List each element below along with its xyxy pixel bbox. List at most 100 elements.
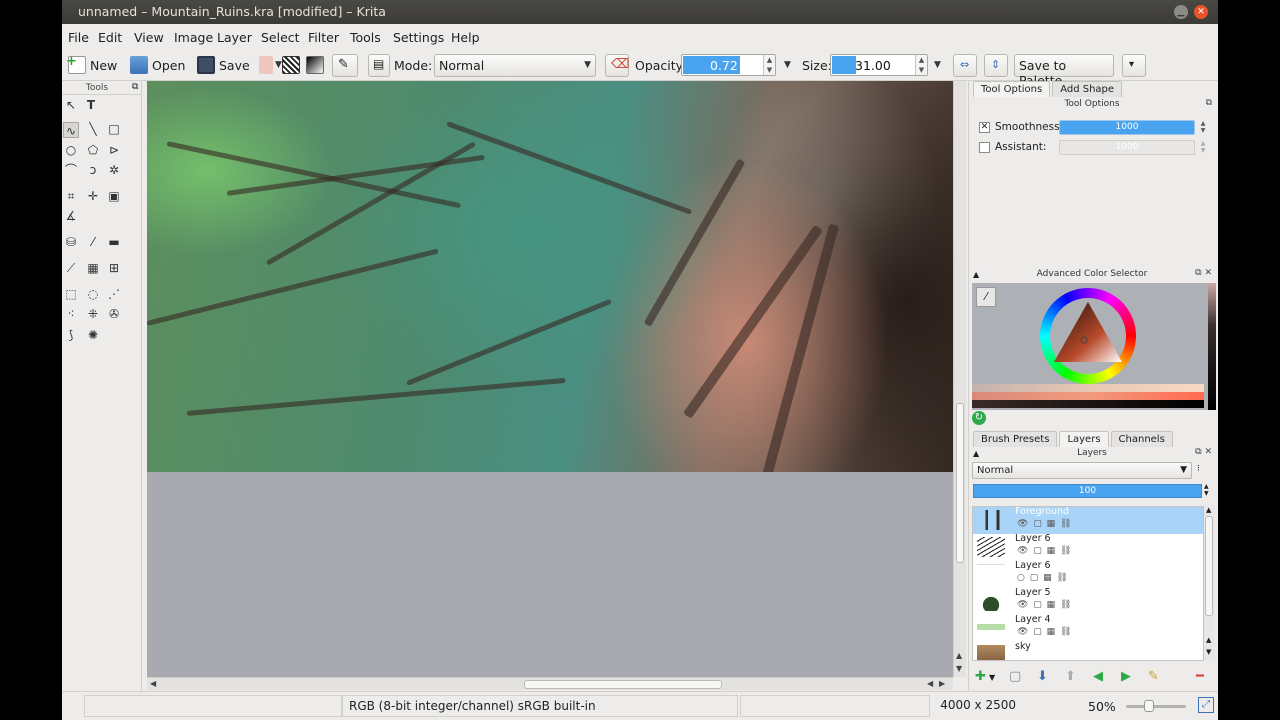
color-history-strip[interactable]	[972, 392, 1204, 400]
refresh-icon[interactable]: ↻	[972, 411, 986, 425]
layer-blend-mode-select[interactable]: Normal ▼	[972, 462, 1192, 479]
open-button[interactable]: Open	[130, 54, 185, 76]
smoothness-checkbox[interactable]: ✕	[979, 121, 990, 133]
fit-to-view-icon[interactable]: ⤢	[1198, 697, 1214, 713]
canvas-background[interactable]	[147, 472, 953, 677]
polygon-select-tool-icon[interactable]: ⋰	[106, 286, 122, 302]
scroll-up-icon[interactable]: ▲	[1206, 506, 1211, 514]
canvas-vertical-scrollbar[interactable]: ▲ ▼	[953, 81, 966, 677]
size-spinbox[interactable]: 31.00 ▲ ▼	[830, 54, 928, 76]
smoothness-stepper[interactable]: ▲ ▼	[1198, 120, 1208, 135]
rect-select-tool-icon[interactable]: ⬚	[63, 286, 79, 302]
layer-visibility-lock-icons[interactable]: 👁 ▢ ▦ ⛓	[1017, 546, 1072, 556]
text-tool-icon[interactable]: T	[83, 97, 99, 113]
assistant-checkbox[interactable]	[979, 141, 990, 153]
layer-row[interactable]: Layer 6 👁 ▢ ▦ ⛓	[973, 533, 1203, 561]
color-picker-tool-icon[interactable]: ⁄	[85, 234, 101, 250]
move-layer-right-icon[interactable]: ▶	[1121, 669, 1131, 684]
layer-row[interactable]: Layer 5 👁 ▢ ▦ ⛓	[973, 587, 1203, 615]
mirror-horizontal-button[interactable]: ⇔	[953, 54, 977, 77]
menu-image[interactable]: Image	[174, 30, 213, 45]
erase-mode-button[interactable]: ⌫	[605, 54, 629, 77]
move-layer-left-icon[interactable]: ◀	[1093, 669, 1103, 684]
zoom-slider-handle[interactable]	[1144, 700, 1154, 712]
gradient-button[interactable]	[306, 54, 328, 76]
perspective-grid-tool-icon[interactable]: ▦	[85, 260, 101, 276]
menu-select[interactable]: Select	[261, 30, 300, 45]
dock-float-icon[interactable]: ⧉	[1206, 98, 1212, 108]
scroll-down-icon[interactable]: ▼	[956, 664, 962, 673]
layer-opacity-slider[interactable]: 100	[973, 484, 1202, 498]
layer-row[interactable]: Layer 6 ○ ▢ ▦ ⛓	[973, 560, 1203, 588]
zoom-slider[interactable]	[1126, 705, 1186, 708]
save-to-palette-button[interactable]: Save to Palette	[1014, 54, 1114, 88]
dynamic-brush-tool-icon[interactable]: ✲	[106, 162, 122, 178]
vertical-scroll-thumb[interactable]	[956, 403, 964, 563]
menu-layer[interactable]: Layer	[217, 30, 252, 45]
layer-visibility-lock-icons[interactable]: 👁 ▢ ▦ ⛓	[1017, 519, 1072, 529]
scroll-up-icon[interactable]: ▲	[1206, 636, 1211, 644]
minimize-button[interactable]: ▁	[1174, 5, 1188, 19]
ellipse-select-tool-icon[interactable]: ◌	[85, 286, 101, 302]
scroll-left-icon[interactable]: ◀	[927, 679, 933, 688]
blend-mode-select[interactable]: Normal ▼	[434, 54, 596, 77]
move-layer-up-icon[interactable]: ⬆	[1065, 669, 1076, 684]
layer-visibility-lock-icons[interactable]: 👁 ▢ ▦ ⛓	[1017, 600, 1072, 610]
menu-tools[interactable]: Tools	[350, 30, 381, 45]
menu-file[interactable]: File	[68, 30, 89, 45]
menu-view[interactable]: View	[134, 30, 164, 45]
move-layer-down-icon[interactable]: ⬇	[1037, 669, 1048, 684]
pattern-button[interactable]	[282, 54, 304, 76]
contiguous-select-tool-icon[interactable]: ⁜	[85, 306, 101, 322]
duplicate-layer-icon[interactable]: ▢	[1009, 669, 1021, 684]
chevron-down-icon[interactable]: ▼	[989, 673, 995, 682]
layer-row[interactable]: sky	[973, 641, 1203, 660]
brush-preset-button[interactable]: ✎	[332, 54, 358, 77]
color-swatch-button[interactable]: ▼	[259, 54, 282, 76]
layer-scroll-thumb[interactable]	[1205, 516, 1213, 616]
smoothness-slider[interactable]: 1000	[1059, 120, 1195, 135]
grid-tool-icon[interactable]: ⊞	[106, 260, 122, 276]
crop-tool-icon[interactable]: ⌗	[63, 188, 79, 204]
layer-opacity-stepper[interactable]: ▲ ▼	[1204, 483, 1209, 497]
menu-filter[interactable]: Filter	[308, 30, 339, 45]
dock-close-icon[interactable]: ⧉ ✕	[1195, 268, 1212, 278]
scroll-up-icon[interactable]: ▲	[956, 651, 962, 660]
toolbar-extra-button[interactable]: ▾	[1122, 54, 1146, 77]
scroll-right-icon[interactable]: ▶	[939, 679, 945, 688]
opacity-spinbox[interactable]: 0.72 ▲ ▼	[681, 54, 776, 76]
tab-channels[interactable]: Channels	[1110, 431, 1173, 447]
menu-settings[interactable]: Settings	[393, 30, 444, 45]
color-history-strip[interactable]	[972, 384, 1204, 392]
layer-list-scrollbar[interactable]: ▲ ▲ ▼	[1204, 506, 1215, 661]
add-layer-icon[interactable]: ✚	[975, 669, 986, 684]
freehand-path-tool-icon[interactable]: ↄ	[85, 162, 101, 178]
dock-float-icon[interactable]: ⧉	[132, 82, 138, 92]
tab-add-shape[interactable]: Add Shape	[1052, 81, 1123, 97]
transform-tool-icon[interactable]: ▣	[106, 188, 122, 204]
size-stepper[interactable]: ▲ ▼	[915, 55, 927, 75]
scroll-left-icon[interactable]: ◀	[150, 679, 156, 688]
color-picker-settings-icon[interactable]: ⁄	[976, 287, 996, 307]
layer-visibility-lock-icons[interactable]: 👁 ▢ ▦ ⛓	[1017, 627, 1072, 637]
opacity-dropdown-icon[interactable]: ▼	[784, 60, 791, 70]
similar-select-tool-icon[interactable]: ✇	[106, 306, 122, 322]
magnetic-select-tool-icon[interactable]: ✺	[85, 327, 101, 343]
dock-close-icon[interactable]: ⧉ ✕	[1195, 447, 1212, 457]
polyline-tool-icon[interactable]: ⊳	[106, 142, 122, 158]
layer-list[interactable]: Foreground 👁 ▢ ▦ ⛓ Layer 6 👁 ▢ ▦ ⛓ Layer…	[972, 506, 1204, 661]
line-tool-icon[interactable]: ╲	[85, 121, 101, 137]
fill-tool-icon[interactable]: ⛁	[63, 234, 79, 250]
close-button[interactable]: ✕	[1194, 5, 1208, 19]
layer-row[interactable]: Layer 4 👁 ▢ ▦ ⛓	[973, 614, 1203, 642]
ellipse-tool-icon[interactable]: ○	[63, 142, 79, 158]
layer-row[interactable]: Foreground 👁 ▢ ▦ ⛓	[973, 507, 1203, 534]
tab-layers[interactable]: Layers	[1059, 431, 1109, 447]
recent-colors-strip[interactable]	[1208, 283, 1216, 410]
layer-options-icon[interactable]: ⁝	[1197, 464, 1200, 474]
saturation-value-triangle[interactable]	[1052, 300, 1124, 372]
horizontal-scroll-thumb[interactable]	[524, 680, 722, 689]
opacity-stepper[interactable]: ▲ ▼	[763, 55, 775, 75]
size-dropdown-icon[interactable]: ▼	[934, 60, 941, 70]
measure-tool-icon[interactable]: ∡	[63, 208, 79, 224]
